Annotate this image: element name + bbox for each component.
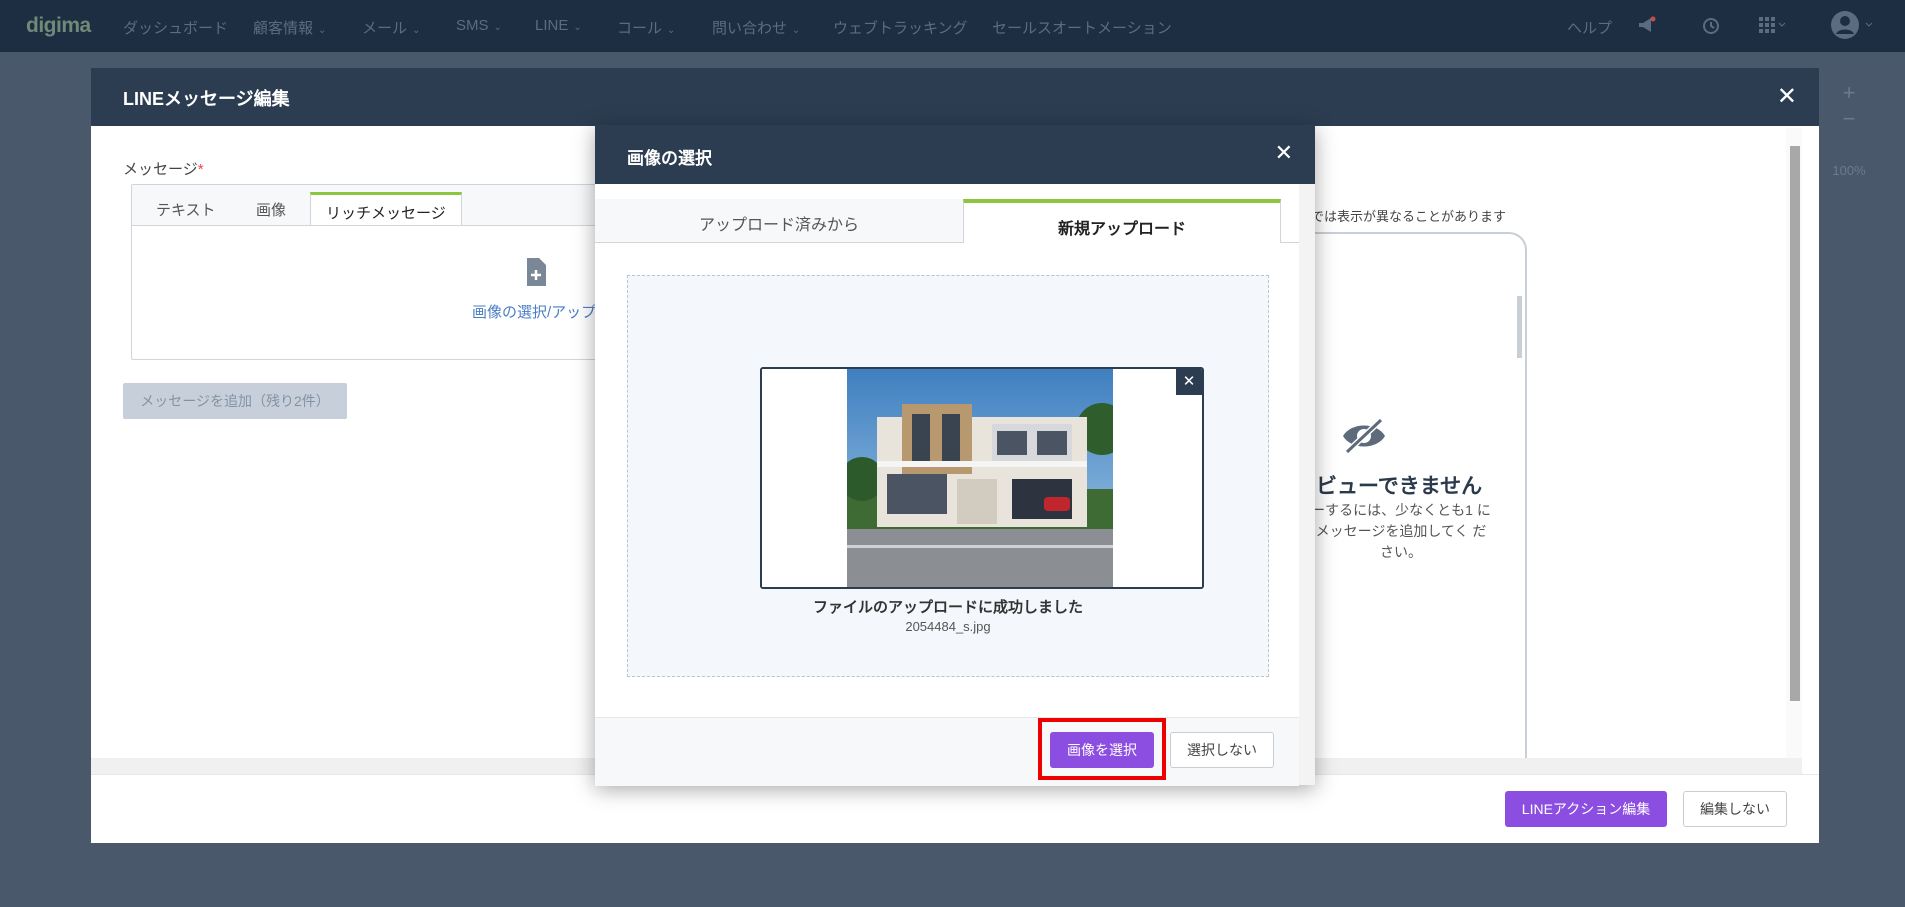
dont-edit-button[interactable]: 編集しない xyxy=(1683,791,1787,827)
nav-mail[interactable]: メール ⌄ xyxy=(362,17,420,38)
dialog-header: 画像の選択 ✕ xyxy=(595,125,1315,184)
remove-image-icon[interactable]: ✕ xyxy=(1176,369,1202,395)
close-icon[interactable]: ✕ xyxy=(1275,140,1293,166)
upload-dropzone[interactable]: ✕ ファイルのアップロードに成功しました 2054484_s.jpg xyxy=(627,275,1269,677)
tab-image[interactable]: 画像 xyxy=(256,199,286,220)
nav-customers[interactable]: 顧客情報 ⌄ xyxy=(253,17,326,38)
message-label: メッセージ* xyxy=(123,161,204,178)
message-type-tabs: テキスト 画像 リッチメッセージ xyxy=(132,185,672,226)
dialog-footer: 画像を選択 選択しない xyxy=(595,717,1299,786)
apps-grid-icon[interactable] xyxy=(1757,14,1787,41)
message-type-panel: テキスト 画像 リッチメッセージ 画像の選択/アップロード xyxy=(131,184,673,360)
tab-from-uploaded[interactable]: アップロード済みから xyxy=(595,199,963,243)
chevron-down-icon: ⌄ xyxy=(412,25,421,36)
phone-side-button xyxy=(1517,296,1522,358)
megaphone-icon[interactable] xyxy=(1636,14,1658,41)
zoom-out-icon[interactable]: − xyxy=(1826,106,1872,132)
house-photo xyxy=(762,369,1202,587)
modal-header: LINEメッセージ編集 ✕ xyxy=(91,68,1819,126)
zoom-in-icon[interactable]: + xyxy=(1826,80,1872,106)
no-preview-message: ーするには、少なくとも1 にメッセージを追加してく ださい。 xyxy=(1311,502,1491,560)
modal-title: LINEメッセージ編集 xyxy=(123,89,290,109)
nav-sms[interactable]: SMS ⌄ xyxy=(456,17,502,34)
preview-note: では表示が異なることがあります xyxy=(1311,209,1507,224)
add-message-button[interactable]: メッセージを追加（残り2件） xyxy=(123,383,347,419)
zoom-level: 100% xyxy=(1832,163,1866,178)
required-mark: * xyxy=(197,161,204,178)
nav-web-tracking[interactable]: ウェブトラッキング xyxy=(833,17,968,38)
chevron-down-icon: ⌄ xyxy=(493,22,502,33)
uploaded-file-name: 2054484_s.jpg xyxy=(905,619,991,634)
highlight-box xyxy=(1038,718,1166,780)
eye-slash-icon xyxy=(1343,417,1385,455)
uploaded-image-preview: ✕ xyxy=(760,367,1204,589)
no-preview-title: ビューできません xyxy=(1316,475,1483,498)
nav-line[interactable]: LINE ⌄ xyxy=(535,17,582,34)
tab-new-upload[interactable]: 新規アップロード xyxy=(963,199,1281,243)
chevron-down-icon: ⌄ xyxy=(573,22,582,33)
dialog-scrollbar[interactable] xyxy=(1299,184,1315,785)
alarm-clock-icon[interactable] xyxy=(1700,14,1722,41)
zoom-controls: + − xyxy=(1826,80,1872,150)
close-icon[interactable]: ✕ xyxy=(1777,82,1797,111)
user-avatar-icon[interactable] xyxy=(1830,10,1878,45)
nav-call[interactable]: コール ⌄ xyxy=(617,17,675,38)
chevron-down-icon: ⌄ xyxy=(792,25,801,36)
scrollbar-thumb[interactable] xyxy=(1790,146,1800,701)
app-logo[interactable]: digima xyxy=(26,14,91,38)
tab-rich-message[interactable]: リッチメッセージ xyxy=(310,192,462,225)
chevron-down-icon: ⌄ xyxy=(318,25,327,36)
top-navbar: digima ダッシュボード 顧客情報 ⌄ メール ⌄ SMS ⌄ LINE ⌄ コール… xyxy=(0,0,1905,52)
nav-sales-automation[interactable]: セールスオートメーション xyxy=(992,17,1172,38)
tab-text[interactable]: テキスト xyxy=(156,199,216,220)
help-link[interactable]: ヘルプ xyxy=(1567,17,1612,38)
image-select-dialog: 画像の選択 ✕ アップロード済みから 新規アップロード ✕ ファイルのアップロー… xyxy=(595,125,1315,786)
upload-success-message: ファイルのアップロードに成功しました xyxy=(812,599,1083,616)
nav-inquiry[interactable]: 問い合わせ ⌄ xyxy=(712,17,800,38)
dont-select-button[interactable]: 選択しない xyxy=(1170,732,1274,768)
add-file-icon[interactable] xyxy=(525,257,547,287)
chevron-down-icon: ⌄ xyxy=(667,25,676,36)
edit-line-action-button[interactable]: LINEアクション編集 xyxy=(1505,791,1667,827)
tab-divider xyxy=(1281,242,1299,243)
dialog-title: 画像の選択 xyxy=(627,149,712,168)
nav-dashboard[interactable]: ダッシュボード xyxy=(123,17,228,38)
